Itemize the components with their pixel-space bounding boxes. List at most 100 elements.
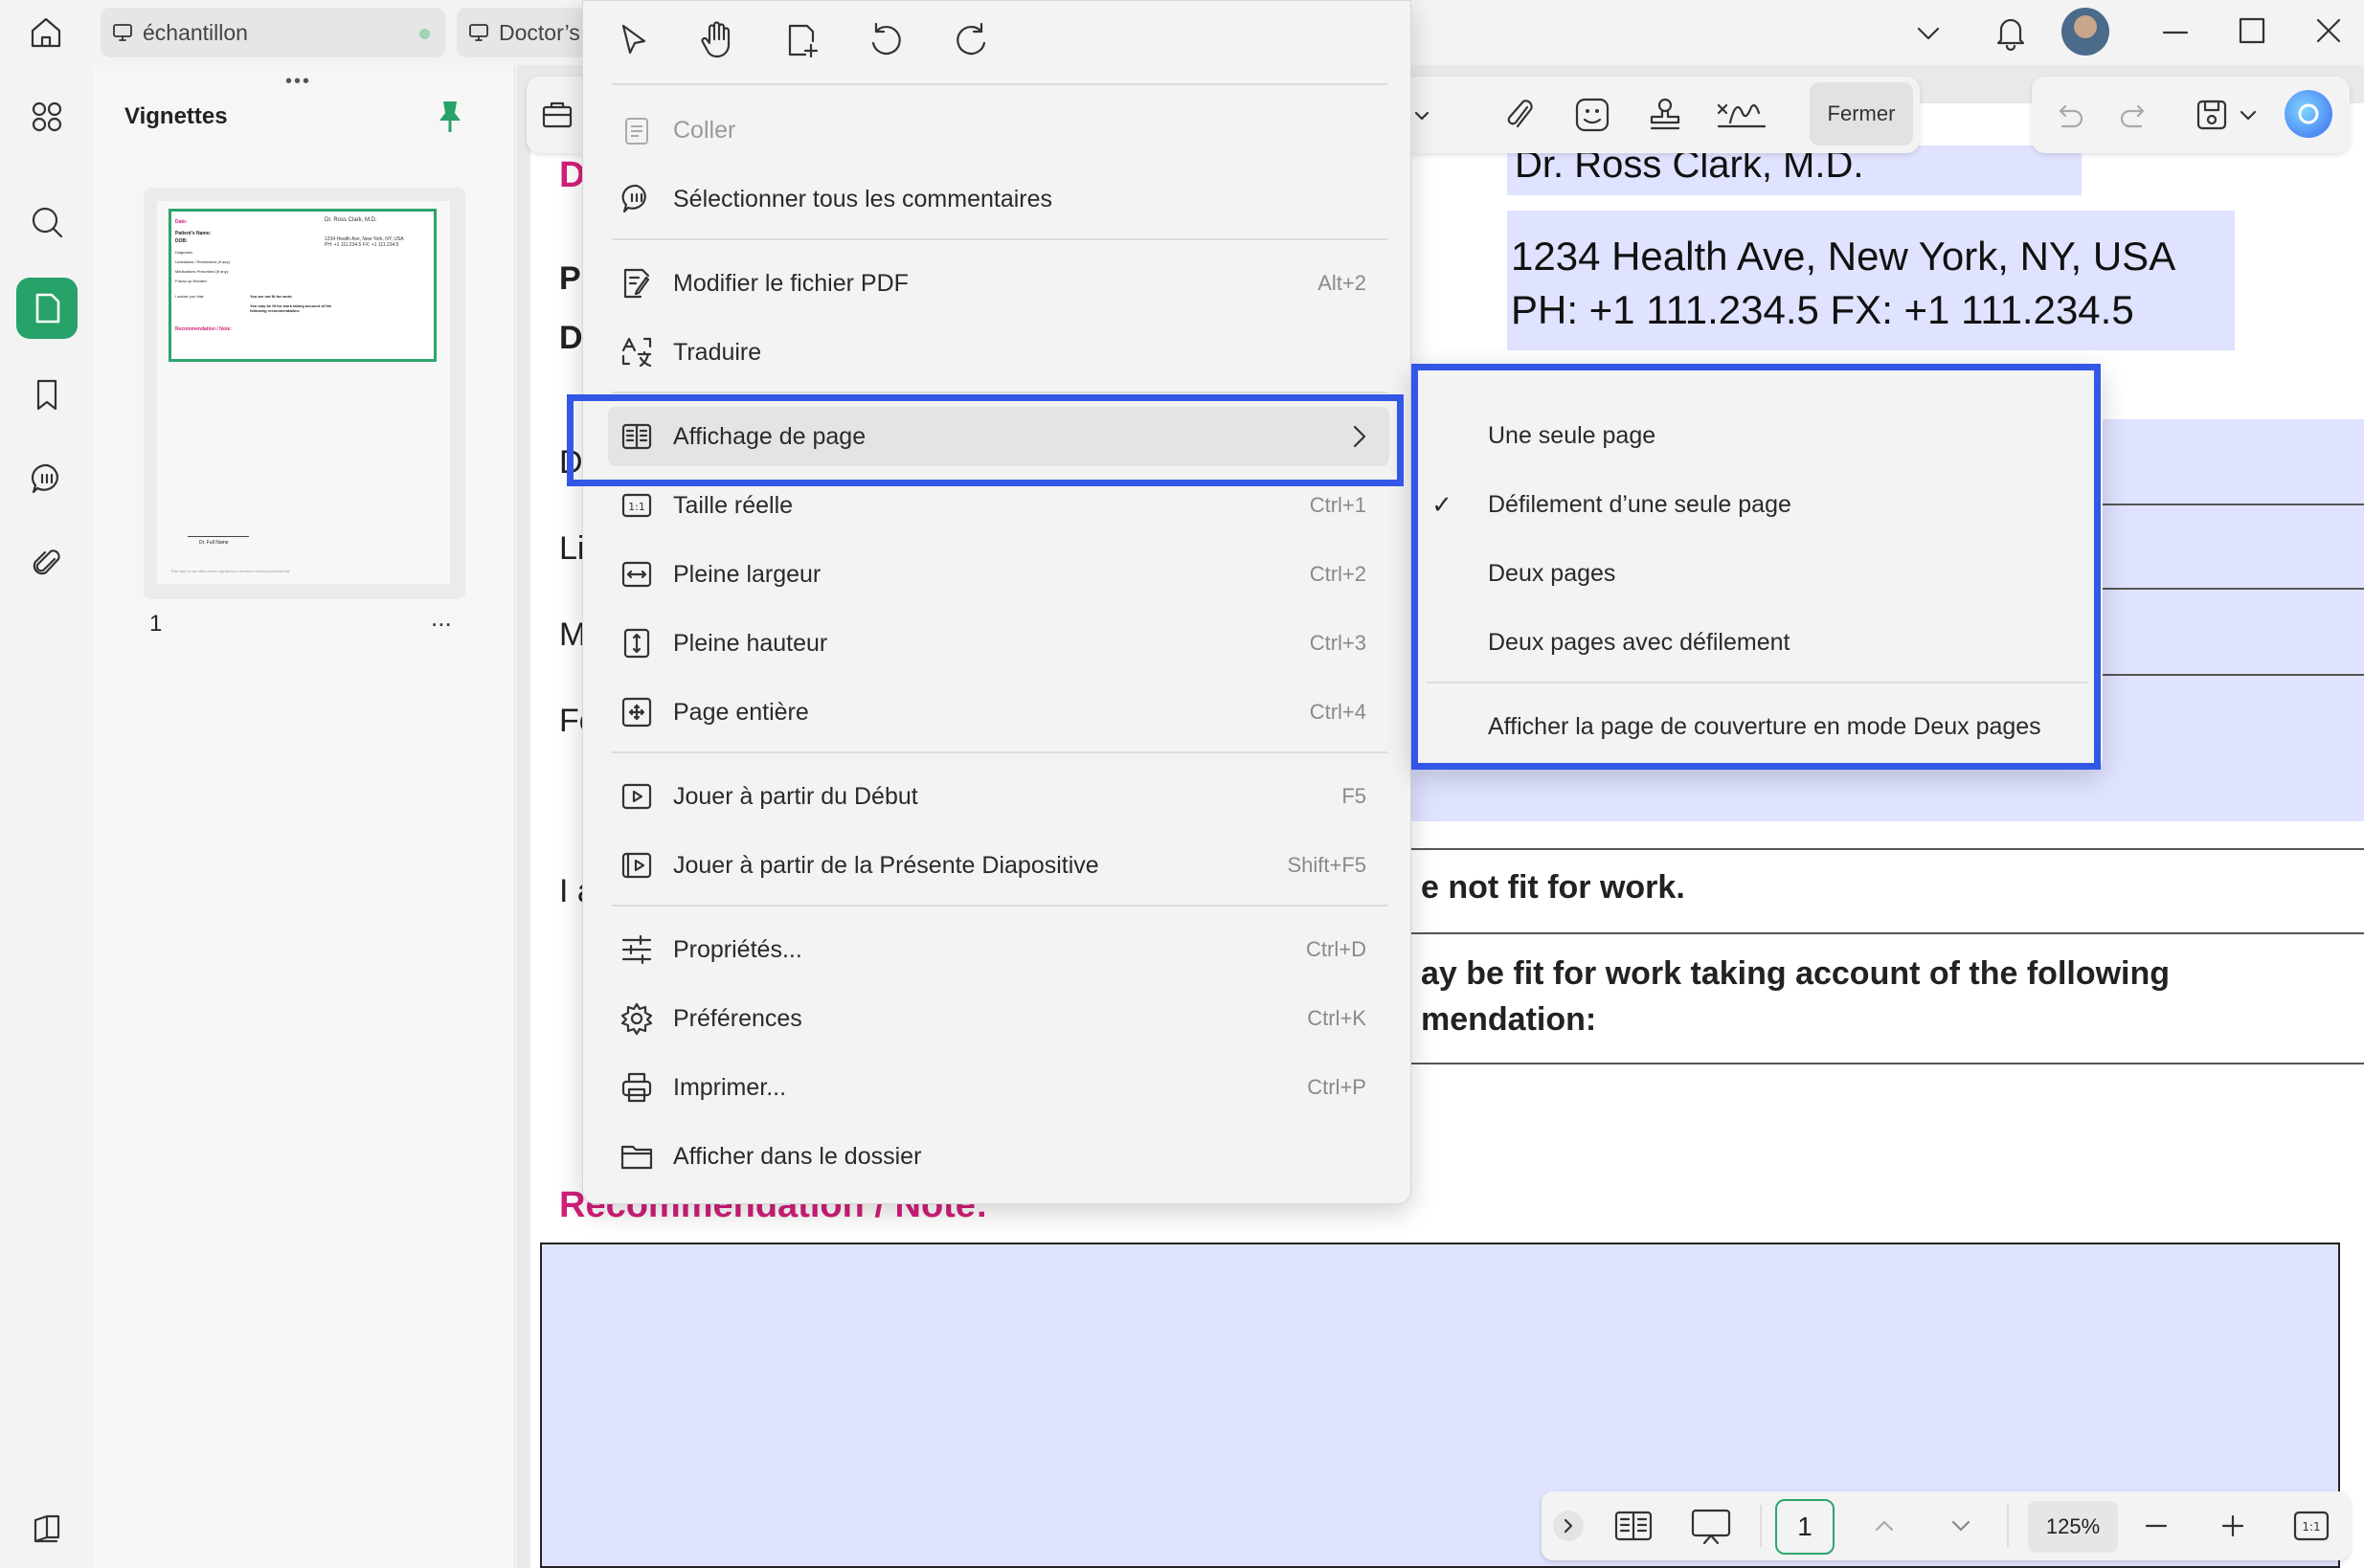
redo-icon[interactable] (2116, 96, 2154, 134)
menu-item-shortcut: F5 (1341, 784, 1366, 808)
avatar[interactable] (2061, 8, 2109, 56)
menu-item-coller[interactable]: Coller (608, 101, 1389, 160)
left-rail (0, 65, 94, 1568)
mini-field: Follow-up Needed: (175, 279, 208, 283)
thumbnail-page-number: 1 (149, 611, 163, 637)
bookmark-icon[interactable] (16, 364, 78, 425)
tab-doctors[interactable]: Doctor’s (457, 8, 591, 57)
expand-chevron-icon[interactable] (1553, 1511, 1584, 1541)
menu-item-label: Page entière (673, 698, 809, 726)
folder-icon (616, 1135, 658, 1177)
panel-drag-handle[interactable]: ••• (285, 71, 311, 93)
toolbox-icon[interactable] (538, 96, 576, 134)
fermer-button[interactable]: Fermer (1810, 82, 1913, 146)
svg-text:1:1: 1:1 (628, 501, 645, 513)
thumbnail-page-frame: Dr. Ross Clark, M.D. 1234 Health Ave, Ne… (169, 209, 437, 362)
field-line (2101, 588, 2364, 590)
page-number-input[interactable]: 1 (1775, 1499, 1835, 1555)
menu-item-shortcut: Ctrl+P (1307, 1075, 1366, 1099)
tab-echantillon[interactable]: échantillon (101, 8, 445, 57)
minimize-icon[interactable] (2158, 15, 2193, 50)
menu-item-shortcut: Shift+F5 (1287, 853, 1366, 877)
rotate-right-icon[interactable] (949, 18, 993, 62)
paperclip-icon[interactable] (1498, 94, 1541, 136)
menu-item-edit-pdf[interactable]: Modifier le fichier PDF Alt+2 (608, 254, 1389, 313)
menu-item-show-in-folder[interactable]: Afficher dans le dossier (608, 1127, 1389, 1186)
ai-assistant-icon[interactable] (2285, 90, 2332, 138)
hand-tool-icon[interactable] (696, 18, 740, 62)
menu-item-label: Sélectionner tous les commentaires (673, 185, 1053, 213)
chevron-down-icon[interactable] (1913, 17, 1944, 48)
save-icon[interactable] (2193, 96, 2231, 134)
phone: PH: +1 111.234.5 FX: +1 111.234.5 (1511, 287, 2134, 332)
page-layout-icon[interactable] (1612, 1505, 1655, 1547)
menu-item-preferences[interactable]: Préférences Ctrl+K (608, 989, 1389, 1048)
menu-item-translate[interactable]: Traduire (608, 323, 1389, 382)
undo-icon[interactable] (2049, 96, 2087, 134)
zoom-in-icon[interactable] (2218, 1511, 2248, 1541)
menu-item-fit-width[interactable]: Pleine largeur Ctrl+2 (608, 545, 1389, 604)
menu-item-play-current[interactable]: Jouer à partir de la Présente Diapositiv… (608, 836, 1389, 895)
maximize-icon[interactable] (2235, 13, 2269, 48)
mini-advise: I advise you that: (175, 294, 205, 299)
menu-item-label: Imprimer... (673, 1073, 787, 1101)
option-not-fit: e not fit for work. (1421, 869, 1685, 906)
field-line (1411, 932, 2364, 934)
presentation-icon[interactable] (1689, 1505, 1733, 1547)
menu-separator (612, 751, 1387, 753)
page-down-icon[interactable] (1946, 1511, 1976, 1541)
comment-icon (616, 178, 658, 220)
book-open-icon[interactable] (16, 1499, 78, 1560)
menu-item-label: Traduire (673, 338, 762, 366)
mini-field: Medications Prescribed (if any): (175, 269, 230, 274)
select-tool-icon[interactable] (612, 18, 656, 62)
unsaved-dot (419, 29, 430, 39)
translate-icon (616, 331, 658, 373)
menu-item-print[interactable]: Imprimer... Ctrl+P (608, 1058, 1389, 1117)
menu-item-label: Préférences (673, 1004, 802, 1032)
menu-item-full-page[interactable]: Page entière Ctrl+4 (608, 683, 1389, 742)
bell-icon[interactable] (1992, 11, 2030, 52)
stamp-icon[interactable] (1644, 94, 1686, 136)
menu-item-fit-height[interactable]: Pleine hauteur Ctrl+3 (608, 614, 1389, 673)
fit-height-icon (616, 622, 658, 664)
field-line (2101, 504, 2364, 505)
add-page-icon[interactable] (780, 18, 824, 62)
thumbnail-card[interactable]: Dr. Ross Clark, M.D. 1234 Health Ave, Ne… (144, 188, 465, 599)
menu-item-label: Pleine largeur (673, 560, 822, 588)
close-icon[interactable] (2311, 13, 2346, 48)
zoom-level[interactable]: 125% (2028, 1501, 2118, 1553)
thumbnail-more-button[interactable]: ... (431, 603, 452, 633)
edit-pdf-icon (616, 262, 658, 304)
field-line (1411, 848, 2364, 850)
menu-item-select-all-comments[interactable]: Sélectionner tous les commentaires (608, 169, 1389, 229)
chevron-down-icon[interactable] (2237, 103, 2260, 126)
pin-icon[interactable] (434, 98, 466, 136)
sticker-icon[interactable] (1571, 94, 1613, 136)
grid-icon[interactable] (16, 86, 78, 147)
menu-item-label: Coller (673, 116, 736, 144)
menu-item-properties[interactable]: Propriétés... Ctrl+D (608, 920, 1389, 979)
divider (1760, 1505, 1762, 1547)
menu-item-shortcut: Ctrl+1 (1309, 493, 1366, 517)
home-icon[interactable] (25, 11, 67, 54)
comment-icon[interactable] (16, 448, 78, 509)
paperclip-icon[interactable] (16, 532, 78, 594)
menu-item-shortcut: Ctrl+K (1307, 1006, 1366, 1030)
option-fit-line2: mendation: (1421, 1001, 1597, 1038)
address: 1234 Health Ave, New York, NY, USA (1511, 234, 2176, 279)
field-line (2101, 674, 2364, 676)
rotate-left-icon[interactable] (865, 18, 909, 62)
search-icon[interactable] (16, 191, 78, 253)
thumbnails-panel: ••• Vignettes Dr. Ross Clark, M.D. 1234 … (94, 65, 515, 1568)
menu-separator (612, 83, 1387, 85)
page-up-icon[interactable] (1869, 1511, 1900, 1541)
history-toolbar (2032, 77, 2350, 153)
menu-item-play-from-start[interactable]: Jouer à partir du Début F5 (608, 767, 1389, 826)
gear-icon (616, 997, 658, 1040)
signature-icon[interactable] (1715, 94, 1768, 136)
play-current-icon (616, 844, 658, 886)
zoom-out-icon[interactable] (2141, 1511, 2172, 1541)
actual-size-icon[interactable]: 1:1 (2292, 1509, 2330, 1543)
thumbnails-icon[interactable] (16, 278, 78, 339)
